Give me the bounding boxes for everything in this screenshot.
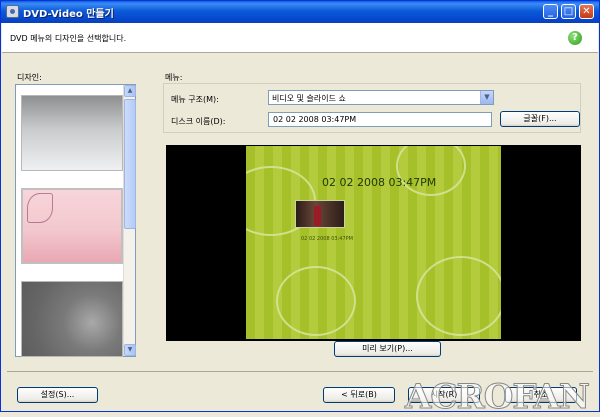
menu-preview: 02 02 2008 03:47PM 02 02 2008 03:47PM (166, 145, 581, 341)
menu-structure-dropdown[interactable]: 비디오 및 슬라이드 쇼 ▼ (268, 90, 494, 105)
footer-divider (7, 371, 593, 372)
scroll-up-button[interactable]: ▲ (124, 85, 136, 97)
menu-structure-value: 비디오 및 슬라이드 쇼 (272, 94, 346, 103)
preview-title-text: 02 02 2008 03:47PM (322, 176, 437, 189)
preview-button[interactable]: 미리 보기(P)... (334, 341, 441, 357)
preview-thumbnail-caption: 02 02 2008 03:47PM (301, 236, 353, 242)
disc-name-input[interactable]: 02 02 2008 03:47PM (268, 112, 492, 127)
design-label: 디자인: (17, 73, 42, 82)
design-thumbnail-gray-bokeh[interactable] (21, 281, 123, 357)
instruction-header: DVD 메뉴의 디자인을 선택합니다. ? (2, 23, 598, 53)
menu-label: 메뉴: (165, 73, 183, 82)
dvd-video-dialog: DVD-Video 만들기 _ □ ✕ DVD 메뉴의 디자인을 선택합니다. … (0, 0, 600, 417)
title-bar[interactable]: DVD-Video 만들기 _ □ ✕ (1, 1, 599, 23)
cat-outline-decoration (276, 266, 356, 336)
design-thumbnail-pink-floral[interactable] (21, 188, 123, 264)
acrofan-watermark: ACROFAN (405, 377, 591, 417)
help-icon[interactable]: ? (568, 31, 582, 45)
design-list[interactable]: ▲ ▼ (15, 84, 136, 357)
design-list-scrollbar[interactable]: ▲ ▼ (123, 85, 136, 356)
design-thumbnail-gray-gradient[interactable] (21, 95, 123, 171)
instruction-text: DVD 메뉴의 디자인을 선택합니다. (10, 34, 127, 43)
cat-outline-decoration (416, 256, 501, 336)
app-icon (6, 5, 19, 18)
menu-structure-label: 메뉴 구조(M): (171, 95, 219, 104)
scroll-thumb[interactable] (124, 99, 136, 229)
back-button[interactable]: < 뒤로(B) (323, 387, 395, 403)
scroll-down-button[interactable]: ▼ (124, 344, 136, 356)
preview-video-thumbnail (295, 200, 345, 228)
settings-button[interactable]: 설정(S)... (17, 387, 98, 403)
close-button[interactable]: ✕ (579, 4, 594, 19)
maximize-button[interactable]: □ (561, 4, 576, 19)
disc-name-label: 디스크 이름(D): (171, 117, 226, 126)
font-button[interactable]: 글꼴(F)... (500, 111, 580, 127)
chevron-down-icon[interactable]: ▼ (480, 91, 493, 104)
preview-frame: 02 02 2008 03:47PM 02 02 2008 03:47PM (246, 146, 501, 339)
floral-swirl-decoration (27, 193, 53, 223)
disc-name-value: 02 02 2008 03:47PM (273, 115, 357, 124)
minimize-button[interactable]: _ (543, 4, 558, 19)
window-title: DVD-Video 만들기 (23, 9, 114, 20)
